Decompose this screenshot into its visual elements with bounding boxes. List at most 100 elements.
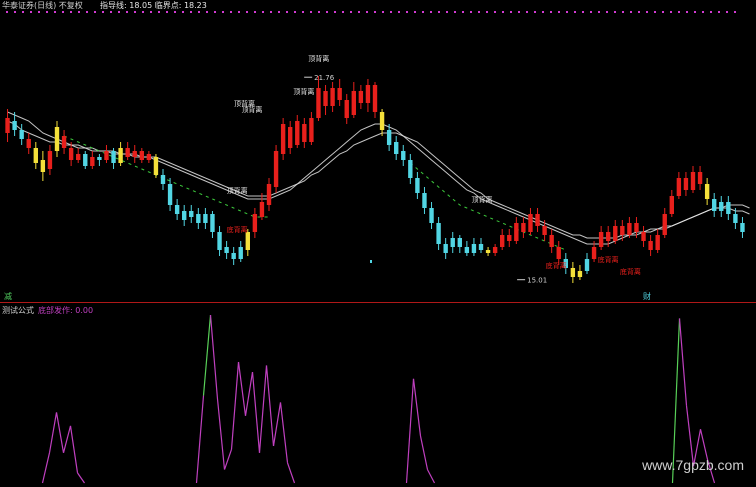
top-marker-dot [478,11,480,13]
candle-body [259,202,265,217]
candle-body [245,232,250,250]
top-marker-dot [582,11,584,13]
sub-signal-value: 0.00 [75,306,94,315]
top-marker-dot [614,11,616,13]
candle-body [429,208,434,223]
candle-body [309,118,314,142]
top-marker-dot [438,11,440,13]
oscillator-segment [272,402,282,447]
candle-body [485,250,491,253]
candle-body [394,142,399,154]
candle-body [542,226,547,235]
top-marker-dot [230,11,232,13]
candle-body [556,247,561,259]
top-marker-dot [414,11,416,13]
top-marker-dot [638,11,640,13]
candle-body [33,148,38,163]
top-marker-dot [206,11,208,13]
stray-tick [370,260,372,263]
oscillator-segment [62,425,72,453]
candle-body [528,214,533,232]
candle-body [224,247,229,253]
divergence-label: 顶背离 [227,186,248,195]
candle-body [471,244,477,253]
candle-body [634,223,639,232]
candle-body [549,235,554,247]
sub-signal-label: 底部发作: [38,306,73,315]
candle-body [26,139,31,148]
candle-body [422,193,427,208]
candle-body [507,235,512,241]
top-marker-dot [574,11,576,13]
top-marker-dot [246,11,248,13]
divergence-label: 顶背离 [241,105,262,114]
top-marker-dot [630,11,632,13]
top-marker-dot [462,11,464,13]
divergence-label: 底背离 [598,255,619,264]
candle-body [712,199,717,211]
candle-body [436,223,441,244]
top-marker-dot [670,11,672,13]
candle-body [125,148,130,157]
oscillator-segment [678,318,688,406]
top-marker-dot [110,11,112,13]
divergence-label: 底背离 [620,267,641,276]
candle-body [295,121,300,145]
candle-body [358,91,364,103]
top-marker-dot [222,11,224,13]
top-marker-dot [710,11,712,13]
candle-body [167,184,173,205]
top-marker-dot [102,11,104,13]
candle-body [330,88,335,106]
top-marker-dot [694,11,696,13]
top-marker-dot [502,11,504,13]
top-marker-dot [286,11,288,13]
top-marker-dot [166,11,168,13]
panel-separator [0,302,756,303]
top-marker-dot [726,11,728,13]
top-marker-dot [558,11,560,13]
candle-body [132,151,137,157]
candle-body [266,184,272,205]
moving-average-line [7,111,750,239]
divergence-label: 顶背离 [308,54,329,63]
candle-body [492,247,498,253]
candle-body [662,214,667,235]
top-marker-dot [190,11,192,13]
top-marker-dot [254,11,256,13]
top-marker-dot [46,11,48,13]
candle-body [591,247,597,259]
candle-body [182,211,187,220]
low-marker-right: 财 [643,292,651,301]
top-marker-dot [134,11,136,13]
top-marker-dot [70,11,72,13]
top-marker-dot [406,11,408,13]
candle-body [217,232,222,250]
candle-body [280,124,286,154]
candle-body [443,244,448,253]
top-marker-dot [662,11,664,13]
oscillator-segment [48,412,58,453]
top-marker-dot [54,11,56,13]
candle-body [83,154,88,166]
oscillator-segment [202,315,212,396]
candle-body [323,91,328,106]
top-marker-dot [446,11,448,13]
top-marker-dot [94,11,96,13]
top-marker-dot [510,11,512,13]
top-marker-dot [622,11,624,13]
oscillator-segment [77,472,85,484]
price-chart[interactable]: 顶背离顶背离顶背离顶背离顶背离顶背离底背离底背离底背离底背离21.7615.01 [0,0,756,300]
top-marker-dot [606,11,608,13]
oscillator-segment [237,361,247,416]
candle-body [408,160,413,178]
candle-body [61,136,67,148]
candle-body [676,178,682,196]
top-marker-dot [158,11,160,13]
top-marker-dot [590,11,592,13]
candle-body [697,172,703,184]
candle-body [174,205,180,214]
candle-body [153,157,159,175]
top-marker-dot [14,11,16,13]
candle-body [450,238,455,247]
